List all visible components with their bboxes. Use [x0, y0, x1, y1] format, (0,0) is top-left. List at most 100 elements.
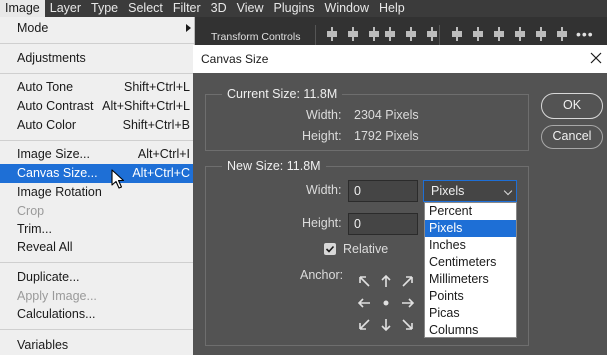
- distribute-right-icon[interactable]: [556, 27, 568, 41]
- align-bottom-icon[interactable]: [426, 27, 438, 41]
- current-height-value: 1792 Pixels: [354, 129, 419, 143]
- align-middle-icon[interactable]: [405, 27, 417, 41]
- menu-separator: [0, 329, 194, 330]
- distribute-buttons-group: [451, 27, 568, 41]
- menu-item-auto-tone[interactable]: Auto Tone Shift+Ctrl+L: [0, 78, 194, 97]
- menu-plugins[interactable]: Plugins: [269, 0, 320, 17]
- unit-option-inches[interactable]: Inches: [425, 237, 516, 254]
- relative-label: Relative: [343, 242, 389, 256]
- menu-type[interactable]: Type: [86, 0, 123, 17]
- menu-item-shortcut: Shift+Ctrl+B: [122, 118, 190, 132]
- close-icon[interactable]: [589, 51, 603, 65]
- menu-item-auto-color[interactable]: Auto Color Shift+Ctrl+B: [0, 116, 194, 135]
- unit-dropdown-list: Percent Pixels Inches Centimeters Millim…: [424, 202, 517, 338]
- menu-filter[interactable]: Filter: [168, 0, 206, 17]
- menu-item-trim[interactable]: Trim...: [0, 220, 194, 239]
- menu-image[interactable]: Image: [0, 0, 45, 17]
- dialog-title: Canvas Size: [201, 52, 269, 66]
- menu-item-shortcut: Alt+Shift+Ctrl+L: [102, 99, 190, 113]
- anchor-label: Anchor:: [300, 268, 344, 282]
- menu-layer[interactable]: Layer: [45, 0, 86, 17]
- toolbar-divider: [315, 25, 316, 45]
- menu-item-label: Crop: [17, 204, 45, 218]
- menu-item-label: Auto Contrast: [17, 99, 94, 113]
- chevron-down-icon: [503, 186, 513, 196]
- anchor-center[interactable]: [375, 292, 397, 314]
- menu-item-apply-image: Apply Image...: [0, 287, 194, 306]
- unit-option-millimeters[interactable]: Millimeters: [425, 271, 516, 288]
- distribute-bottom-icon[interactable]: [493, 27, 505, 41]
- unit-option-picas[interactable]: Picas: [425, 305, 516, 322]
- menu-separator: [0, 43, 194, 44]
- menu-item-label: Adjustments: [17, 51, 86, 65]
- menu-item-label: Canvas Size...: [17, 166, 98, 180]
- height-input[interactable]: 0: [348, 213, 418, 235]
- unit-option-points[interactable]: Points: [425, 288, 516, 305]
- menu-item-auto-contrast[interactable]: Auto Contrast Alt+Shift+Ctrl+L: [0, 97, 194, 116]
- arrow-up-left-icon: [359, 276, 370, 287]
- menu-item-variables[interactable]: Variables: [0, 336, 194, 355]
- menu-help[interactable]: Help: [374, 0, 410, 17]
- anchor-grid: [353, 270, 419, 336]
- anchor-top[interactable]: [375, 270, 397, 292]
- new-height-label: Height:: [302, 216, 342, 230]
- menu-item-adjustments[interactable]: Adjustments: [0, 49, 194, 68]
- more-options-icon[interactable]: •••: [576, 26, 594, 42]
- menu-item-duplicate[interactable]: Duplicate...: [0, 268, 194, 287]
- menu-item-label: Reveal All: [17, 240, 73, 254]
- checkmark-icon: [325, 245, 335, 253]
- anchor-dot-icon: [383, 300, 389, 306]
- anchor-top-left[interactable]: [353, 270, 375, 292]
- align-buttons-group: [326, 27, 380, 41]
- distribute-left-icon[interactable]: [514, 27, 526, 41]
- anchor-bottom-right[interactable]: [397, 314, 419, 336]
- menu-view[interactable]: View: [232, 0, 269, 17]
- transform-controls-label[interactable]: Transform Controls: [211, 31, 300, 43]
- distribute-center-icon[interactable]: [535, 27, 547, 41]
- align-right-icon[interactable]: [368, 27, 380, 41]
- menu-item-mode[interactable]: Mode: [0, 19, 194, 38]
- anchor-right[interactable]: [397, 292, 419, 314]
- cancel-button[interactable]: Cancel: [541, 125, 603, 149]
- current-height-label: Height:: [302, 129, 342, 143]
- toolbar-divider: [439, 25, 440, 45]
- menu-item-label: Image Rotation: [17, 185, 102, 199]
- menu-item-label: Image Size...: [17, 147, 90, 161]
- menu-item-image-rotation[interactable]: Image Rotation: [0, 183, 194, 202]
- menu-item-canvas-size[interactable]: Canvas Size... Alt+Ctrl+C: [0, 164, 194, 183]
- menu-select[interactable]: Select: [123, 0, 168, 17]
- menu-item-image-size[interactable]: Image Size... Alt+Ctrl+I: [0, 145, 194, 164]
- arrow-up-icon: [381, 274, 391, 287]
- distribute-top-icon[interactable]: [451, 27, 463, 41]
- anchor-left[interactable]: [353, 292, 375, 314]
- menu-item-reveal-all[interactable]: Reveal All: [0, 238, 194, 257]
- relative-checkbox[interactable]: [324, 243, 336, 255]
- anchor-top-right[interactable]: [397, 270, 419, 292]
- align-buttons-group-2: [384, 27, 438, 41]
- current-width-label: Width:: [306, 108, 342, 122]
- current-size-legend: Current Size: 11.8M: [222, 87, 343, 101]
- width-input[interactable]: 0: [348, 180, 418, 202]
- unit-option-percent[interactable]: Percent: [425, 203, 516, 220]
- current-width-value: 2304 Pixels: [354, 108, 419, 122]
- align-left-icon[interactable]: [326, 27, 338, 41]
- menu-3d[interactable]: 3D: [206, 0, 232, 17]
- menu-item-calculations[interactable]: Calculations...: [0, 305, 194, 324]
- new-size-legend: New Size: 11.8M: [222, 159, 326, 173]
- unit-select[interactable]: Pixels: [423, 180, 517, 202]
- distribute-middle-icon[interactable]: [472, 27, 484, 41]
- menu-item-shortcut: Alt+Ctrl+C: [132, 166, 190, 180]
- arrow-down-left-icon: [359, 319, 370, 330]
- ok-button[interactable]: OK: [541, 93, 603, 119]
- align-top-icon[interactable]: [384, 27, 396, 41]
- menu-item-label: Trim...: [17, 222, 52, 236]
- unit-option-pixels[interactable]: Pixels: [425, 220, 516, 237]
- menu-item-crop: Crop: [0, 202, 194, 221]
- unit-option-columns[interactable]: Columns: [425, 322, 516, 339]
- menu-window[interactable]: Window: [320, 0, 374, 17]
- unit-option-centimeters[interactable]: Centimeters: [425, 254, 516, 271]
- anchor-bottom[interactable]: [375, 314, 397, 336]
- align-center-icon[interactable]: [347, 27, 359, 41]
- anchor-bottom-left[interactable]: [353, 314, 375, 336]
- mouse-cursor-icon: [111, 169, 125, 189]
